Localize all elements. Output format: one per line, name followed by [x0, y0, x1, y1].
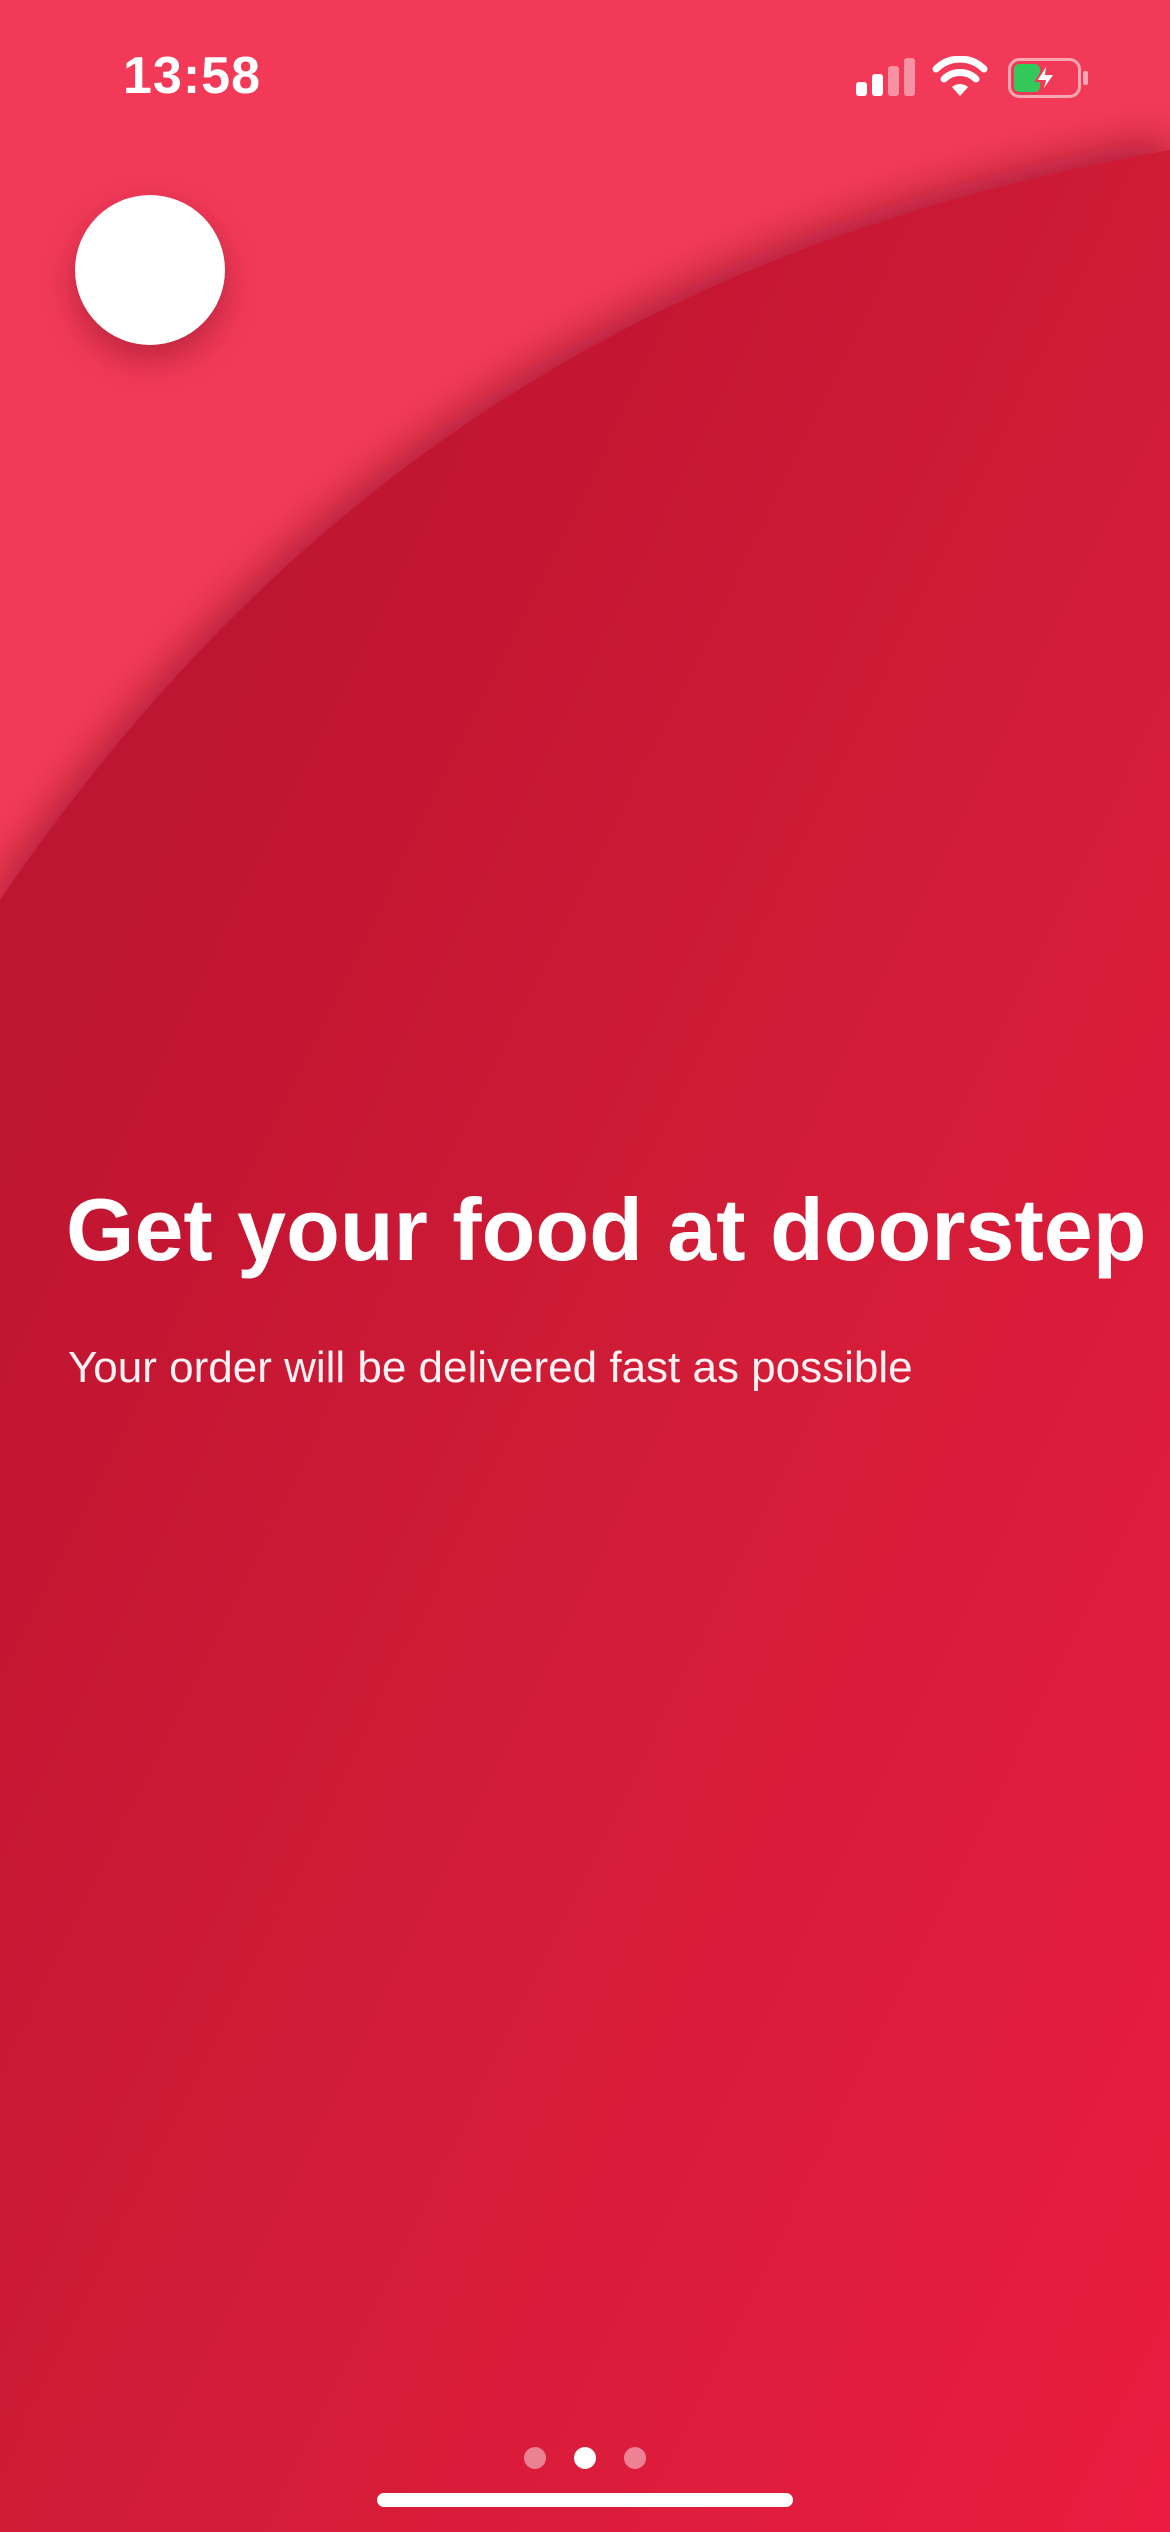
status-bar: 13:58 [0, 0, 1170, 150]
page-dot-2-active[interactable] [574, 2447, 596, 2469]
page-dot-1[interactable] [524, 2447, 546, 2469]
profile-avatar[interactable] [75, 195, 225, 345]
cellular-signal-icon [856, 58, 916, 96]
onboarding-title: Get your food at doorstep [66, 1180, 1147, 1279]
onboarding-subtitle: Your order will be delivered fast as pos… [68, 1343, 913, 1392]
wifi-icon [932, 56, 988, 96]
status-time: 13:58 [123, 47, 261, 105]
page-dot-3[interactable] [624, 2447, 646, 2469]
home-indicator[interactable] [377, 2493, 793, 2507]
battery-charging-icon [1008, 58, 1088, 98]
page-indicator [0, 2446, 1170, 2470]
onboarding-screen: 13:58 Get your food at doorstep Your ord… [0, 0, 1170, 2532]
